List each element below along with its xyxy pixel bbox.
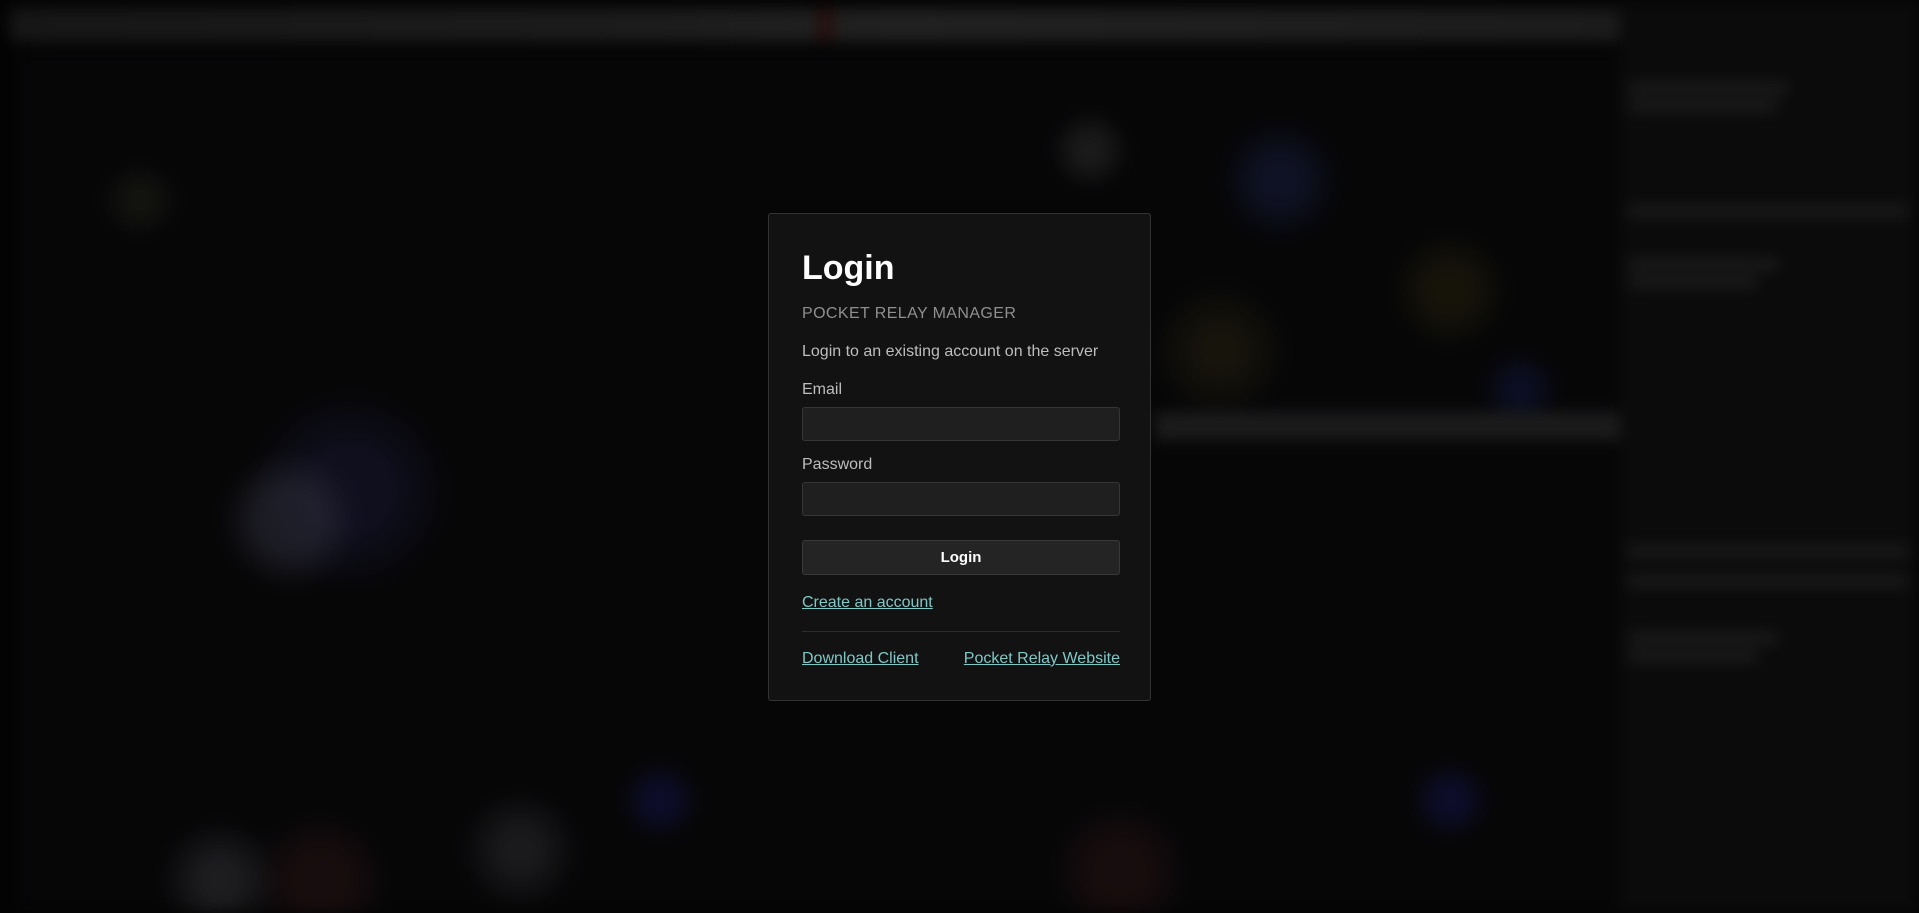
website-link[interactable]: Pocket Relay Website (964, 649, 1120, 669)
email-label: Email (802, 381, 843, 398)
footer-links: Download Client Pocket Relay Website (802, 649, 1120, 669)
password-field[interactable] (802, 482, 1120, 516)
page-title: Login (802, 249, 895, 287)
login-description: Login to an existing account on the serv… (802, 343, 1099, 360)
email-field[interactable] (802, 407, 1120, 441)
password-label: Password (802, 456, 873, 473)
divider (802, 631, 1120, 632)
login-button[interactable]: Login (802, 540, 1120, 575)
create-account-link[interactable]: Create an account (802, 593, 933, 613)
download-client-link[interactable]: Download Client (802, 649, 919, 669)
login-card: Login POCKET RELAY MANAGER Login to an e… (768, 213, 1151, 701)
app-name: POCKET RELAY MANAGER (802, 305, 1017, 322)
